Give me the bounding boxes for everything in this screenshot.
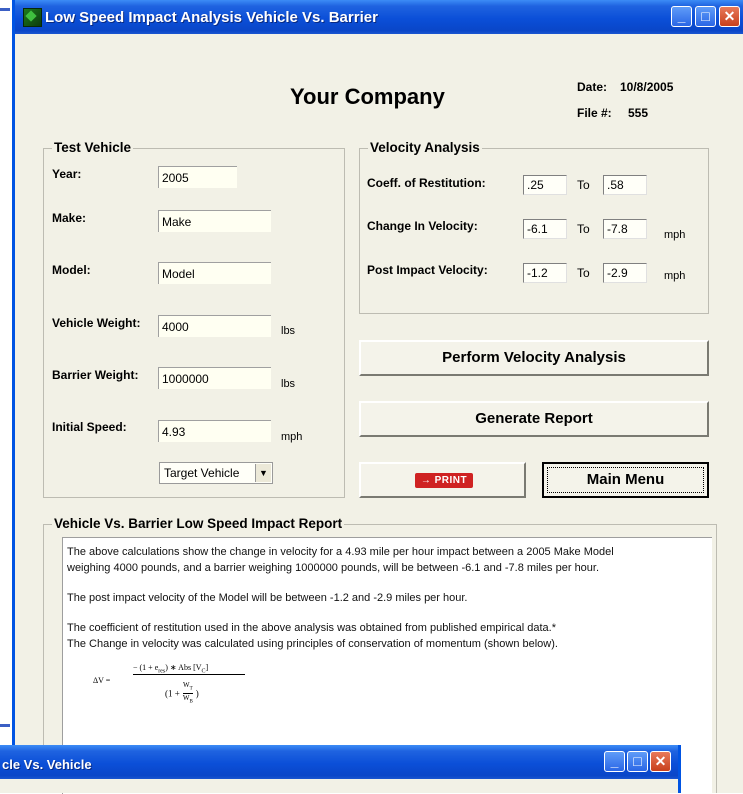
weight-ratio: WT WB — [182, 681, 193, 707]
report-title: Vehicle Vs. Barrier Low Speed Impact Rep… — [52, 516, 345, 531]
second-minimize-button[interactable]: _ — [604, 751, 625, 772]
formula-denominator-part: ) — [195, 688, 199, 699]
make-label: Make: — [52, 211, 87, 225]
generate-button-label: Generate Report — [475, 410, 593, 427]
model-label: Model: — [52, 263, 91, 277]
velocity-analysis-title: Velocity Analysis — [368, 140, 482, 155]
initial-speed-unit: mph — [281, 431, 303, 443]
post-impact-label: Post Impact Velocity: — [367, 263, 488, 277]
perform-velocity-analysis-button[interactable]: Perform Velocity Analysis — [359, 340, 709, 376]
perform-button-label: Perform Velocity Analysis — [442, 349, 626, 366]
minimize-button[interactable]: _ — [671, 6, 692, 27]
file-label: File #: — [577, 106, 612, 120]
coeff-label: Coeff. of Restitution: — [367, 176, 486, 190]
year-label: Year: — [52, 167, 82, 181]
report-paragraph-1-line-2: weighing 4000 pounds, and a barrier weig… — [67, 562, 600, 574]
formula-wt: W — [182, 681, 190, 689]
main-window: Low Speed Impact Analysis Vehicle Vs. Ba… — [12, 0, 743, 794]
report-paragraph-3-line-1: The coefficient of restitution used in t… — [67, 622, 556, 634]
formula-numerator: − (1 + eres) ∗ Abs [VC] — [133, 663, 208, 675]
vehicle-vs-vehicle-window: cle Vs. Vehicle _ □ ✕ — [0, 745, 681, 793]
test-vehicle-title: Test Vehicle — [52, 140, 134, 155]
focus-outline — [547, 467, 704, 493]
change-from-field[interactable]: -6.1 — [523, 219, 567, 239]
formula-lhs: ΔV = — [93, 676, 111, 685]
maximize-icon: □ — [633, 753, 642, 769]
close-button[interactable]: ✕ — [719, 6, 740, 27]
close-icon: ✕ — [723, 8, 736, 24]
report-paragraph-2: The post impact velocity of the Model wi… — [67, 592, 468, 604]
to-label: To — [577, 222, 590, 236]
desktop-background — [0, 0, 12, 793]
vehicle-weight-input[interactable] — [158, 315, 271, 337]
vehicle-type-select[interactable]: Target Vehicle ▼ — [159, 462, 273, 484]
report-paragraph-3-line-2: The Change in velocity was calculated us… — [67, 638, 558, 650]
post-from-field[interactable]: -1.2 — [523, 263, 567, 283]
formula-fraction-bar — [133, 674, 245, 675]
formula-numerator-part: − (1 + e — [133, 663, 159, 672]
barrier-weight-input[interactable] — [158, 367, 271, 389]
initial-speed-label: Initial Speed: — [52, 420, 127, 434]
print-button[interactable]: → PRINT — [359, 462, 526, 498]
change-velocity-unit: mph — [664, 229, 686, 241]
coeff-from-field[interactable]: .25 — [523, 175, 567, 195]
report-paragraph-1-line-1: The above calculations show the change i… — [67, 546, 614, 558]
formula-numerator-part: ) ∗ Abs [V — [165, 663, 202, 672]
app-icon — [23, 8, 42, 27]
vehicle-weight-unit: lbs — [281, 325, 296, 337]
formula-numerator-part: ] — [205, 663, 209, 672]
post-impact-unit: mph — [664, 270, 686, 282]
window-title: Low Speed Impact Analysis Vehicle Vs. Ba… — [45, 9, 378, 26]
to-label: To — [577, 266, 590, 280]
date-label: Date: — [577, 80, 608, 94]
minimize-icon: _ — [677, 8, 686, 24]
to-label: To — [577, 178, 590, 192]
initial-speed-input[interactable] — [158, 420, 271, 442]
minimize-icon: _ — [610, 753, 619, 769]
coeff-to-field[interactable]: .58 — [603, 175, 647, 195]
second-window-title-bar[interactable]: cle Vs. Vehicle _ □ ✕ — [0, 745, 678, 779]
file-number: 555 — [628, 106, 649, 120]
formula-subscript: T — [189, 686, 193, 692]
main-menu-button[interactable]: Main Menu — [542, 462, 709, 498]
change-to-field[interactable]: -7.8 — [603, 219, 647, 239]
make-input[interactable] — [158, 210, 271, 232]
vehicle-weight-label: Vehicle Weight: — [52, 316, 141, 330]
barrier-weight-label: Barrier Weight: — [52, 368, 139, 382]
title-bar[interactable]: Low Speed Impact Analysis Vehicle Vs. Ba… — [15, 0, 743, 34]
year-input[interactable] — [158, 166, 237, 188]
company-name: Your Company — [290, 84, 445, 109]
print-icon: → PRINT — [415, 473, 473, 488]
formula-denominator-part: (1 + — [165, 688, 180, 699]
generate-report-button[interactable]: Generate Report — [359, 401, 709, 437]
background-window-edge — [0, 724, 10, 727]
second-close-button[interactable]: ✕ — [650, 751, 671, 772]
close-icon: ✕ — [654, 753, 667, 769]
post-to-field[interactable]: -2.9 — [603, 263, 647, 283]
change-velocity-label: Change In Velocity: — [367, 219, 478, 233]
second-window-title: cle Vs. Vehicle — [2, 757, 92, 772]
formula-subscript: B — [189, 699, 193, 705]
barrier-weight-unit: lbs — [281, 378, 296, 390]
model-input[interactable] — [158, 262, 271, 284]
chevron-down-icon[interactable]: ▼ — [255, 464, 271, 482]
second-maximize-button[interactable]: □ — [627, 751, 648, 772]
background-window-edge — [0, 8, 10, 11]
formula-denominator: (1 + WT WB ) — [165, 681, 199, 707]
date-value: 10/8/2005 — [620, 80, 674, 94]
vehicle-type-value: Target Vehicle — [164, 466, 240, 480]
maximize-button[interactable]: □ — [695, 6, 716, 27]
maximize-icon: □ — [701, 8, 710, 24]
